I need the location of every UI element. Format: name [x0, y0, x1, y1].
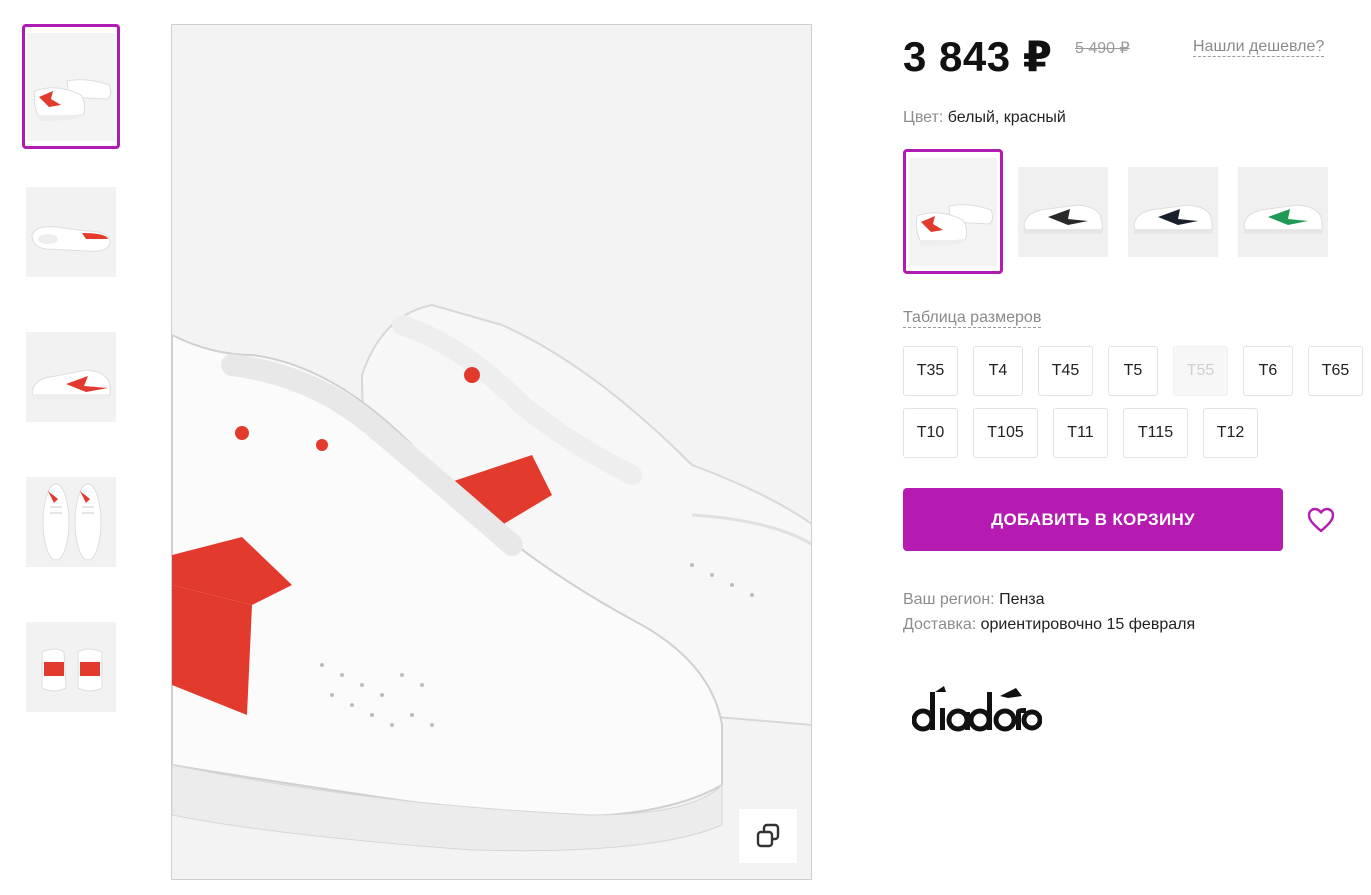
- favorite-button[interactable]: [1304, 503, 1338, 537]
- color-variant-image: [1128, 166, 1218, 257]
- size-option[interactable]: Т5: [1108, 346, 1158, 396]
- add-to-cart-button[interactable]: ДОБАВИТЬ В КОРЗИНУ: [903, 488, 1283, 551]
- color-info: Цвет: белый, красный: [903, 109, 1066, 127]
- main-product-image[interactable]: [171, 24, 812, 880]
- color-variant-white-green[interactable]: [1233, 149, 1333, 274]
- diadora-logo-icon: [911, 686, 1043, 732]
- size-option[interactable]: Т35: [903, 346, 958, 396]
- size-option[interactable]: Т10: [903, 408, 958, 458]
- sneaker-illustration: [172, 303, 811, 852]
- region-value[interactable]: Пенза: [999, 591, 1044, 608]
- delivery-value: ориентировочно 15 февраля: [980, 616, 1196, 633]
- size-option[interactable]: Т12: [1203, 408, 1258, 458]
- heart-icon: [1307, 507, 1335, 533]
- delivery-info: Доставка: ориентировочно 15 февраля: [903, 616, 1195, 634]
- price: 3 843 ₽: [903, 33, 1053, 80]
- color-variant-image: [909, 157, 997, 266]
- size-option-unavailable: Т55: [1173, 346, 1228, 396]
- zoom-button[interactable]: [739, 809, 797, 863]
- thumbnail-3[interactable]: [22, 314, 120, 439]
- color-variant-white-black[interactable]: [1013, 149, 1113, 274]
- thumbnail-image: [27, 32, 115, 141]
- size-option[interactable]: Т45: [1038, 346, 1093, 396]
- color-variant-white-red[interactable]: [903, 149, 1003, 274]
- thumbnail-image: [26, 186, 116, 277]
- thumbnail-image: [26, 621, 116, 712]
- color-label: Цвет:: [903, 109, 944, 126]
- size-option[interactable]: Т65: [1308, 346, 1363, 396]
- size-option[interactable]: Т11: [1053, 408, 1108, 458]
- found-cheaper-link[interactable]: Нашли дешевле?: [1193, 38, 1325, 57]
- thumbnail-2[interactable]: [22, 169, 120, 294]
- color-value: белый, красный: [947, 109, 1066, 126]
- size-option[interactable]: Т115: [1123, 408, 1188, 458]
- color-variant-image: [1238, 166, 1328, 257]
- delivery-label: Доставка:: [903, 616, 977, 633]
- expand-icon: [756, 823, 780, 848]
- old-price: 5 490 ₽: [1075, 40, 1130, 57]
- thumbnail-1[interactable]: [22, 24, 120, 149]
- size-table-link[interactable]: Таблица размеров: [903, 309, 1042, 328]
- brand-logo[interactable]: [911, 686, 1043, 747]
- region-label: Ваш регион:: [903, 591, 995, 608]
- size-option[interactable]: Т6: [1243, 346, 1293, 396]
- region-info: Ваш регион: Пенза: [903, 591, 1045, 609]
- thumbnail-image: [26, 331, 116, 422]
- thumbnail-image: [26, 476, 116, 567]
- size-option[interactable]: Т4: [973, 346, 1023, 396]
- color-variant-white-navy[interactable]: [1123, 149, 1223, 274]
- size-option[interactable]: Т105: [973, 408, 1038, 458]
- thumbnail-5[interactable]: [22, 604, 120, 729]
- color-variant-image: [1018, 166, 1108, 257]
- thumbnail-4[interactable]: [22, 459, 120, 584]
